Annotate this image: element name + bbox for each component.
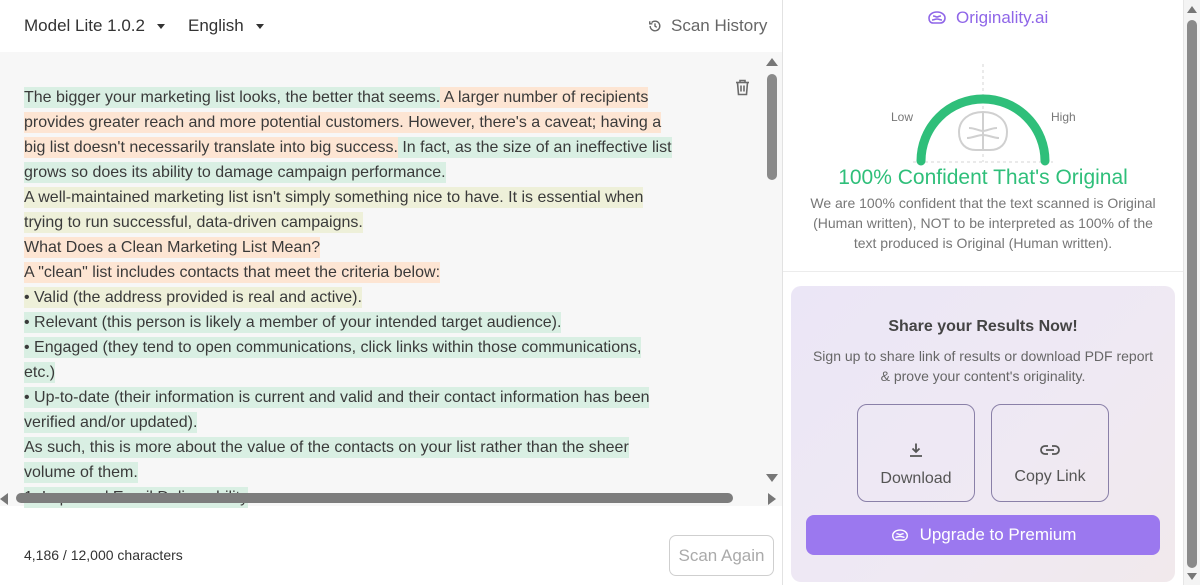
text-editor[interactable]: The bigger your marketing list looks, th… bbox=[0, 52, 782, 508]
gauge-high-label: High bbox=[1051, 110, 1076, 124]
brain-icon bbox=[891, 528, 908, 541]
history-icon bbox=[649, 20, 661, 32]
scrollbar-thumb[interactable] bbox=[1187, 20, 1197, 568]
share-title: Share your Results Now! bbox=[888, 318, 1078, 335]
editor-pane: Model Lite 1.0.2 English Scan History Th… bbox=[0, 0, 782, 585]
scan-again-button[interactable]: Scan Again bbox=[669, 535, 774, 576]
results-pane: Originality.ai Low High 100% Confident T… bbox=[783, 0, 1183, 585]
confidence-description: We are 100% confident that the text scan… bbox=[810, 195, 1156, 251]
scan-history-label: Scan History bbox=[671, 16, 768, 35]
text-segment: As such, this is more about the value of… bbox=[24, 437, 629, 483]
model-dropdown-label: Model Lite 1.0.2 bbox=[24, 16, 145, 35]
confidence-gauge: Low High bbox=[891, 64, 1076, 166]
section-divider bbox=[783, 271, 1183, 272]
text-segment: • Engaged (they tend to open communicati… bbox=[24, 337, 642, 383]
scroll-left-icon[interactable] bbox=[0, 493, 8, 505]
confidence-title: 100% Confident That's Original bbox=[838, 166, 1128, 189]
language-dropdown-label: English bbox=[188, 16, 244, 35]
link-icon bbox=[1040, 445, 1060, 455]
copy-link-label: Copy Link bbox=[1014, 468, 1086, 485]
text-segment: A "clean" list includes contacts that me… bbox=[24, 262, 441, 283]
share-card: Share your Results Now! Sign up to share… bbox=[791, 286, 1175, 582]
download-button[interactable]: Download bbox=[857, 404, 975, 502]
gauge-low-label: Low bbox=[891, 110, 913, 124]
scan-history-button[interactable]: Scan History bbox=[648, 16, 767, 36]
upgrade-label: Upgrade to Premium bbox=[919, 525, 1077, 544]
brand-name: Originality.ai bbox=[956, 8, 1049, 27]
scrollbar-thumb[interactable] bbox=[767, 74, 777, 180]
download-icon bbox=[910, 443, 922, 457]
text-segment: A well-maintained marketing list isn't s… bbox=[24, 187, 644, 233]
character-count: 4,186 / 12,000 characters bbox=[24, 547, 183, 563]
page-scrollbar[interactable] bbox=[1183, 0, 1200, 585]
scroll-up-icon[interactable] bbox=[1187, 6, 1197, 13]
download-label: Download bbox=[880, 470, 952, 487]
scroll-up-icon[interactable] bbox=[766, 58, 778, 66]
brain-icon bbox=[957, 110, 1009, 151]
brain-icon bbox=[928, 11, 946, 24]
scrollbar-thumb[interactable] bbox=[16, 493, 733, 503]
model-dropdown[interactable]: Model Lite 1.0.2 bbox=[24, 16, 165, 36]
scanned-text[interactable]: The bigger your marketing list looks, th… bbox=[24, 85, 674, 510]
upgrade-button[interactable]: Upgrade to Premium bbox=[806, 515, 1160, 555]
horizontal-scrollbar[interactable] bbox=[0, 490, 782, 506]
text-segment: The bigger your marketing list looks, th… bbox=[24, 87, 441, 108]
scroll-down-icon[interactable] bbox=[766, 474, 778, 482]
brand-logo[interactable]: Originality.ai bbox=[926, 8, 1048, 28]
text-segment: • Relevant (this person is likely a memb… bbox=[24, 312, 562, 333]
text-segment: • Up-to-date (their information is curre… bbox=[24, 387, 650, 433]
copy-link-button[interactable]: Copy Link bbox=[991, 404, 1109, 502]
text-segment: What Does a Clean Marketing List Mean? bbox=[24, 237, 321, 258]
share-description: Sign up to share link of results or down… bbox=[812, 348, 1154, 384]
text-segment: • Valid (the address provided is real an… bbox=[24, 287, 362, 308]
chevron-down-icon bbox=[156, 23, 165, 29]
language-dropdown[interactable]: English bbox=[188, 16, 264, 36]
chevron-down-icon bbox=[255, 23, 264, 29]
editor-toolbar: Model Lite 1.0.2 English Scan History bbox=[0, 0, 782, 52]
scroll-right-icon[interactable] bbox=[768, 493, 776, 505]
trash-icon[interactable] bbox=[735, 79, 750, 101]
vertical-scrollbar[interactable] bbox=[763, 52, 781, 492]
scroll-down-icon[interactable] bbox=[1187, 573, 1197, 580]
